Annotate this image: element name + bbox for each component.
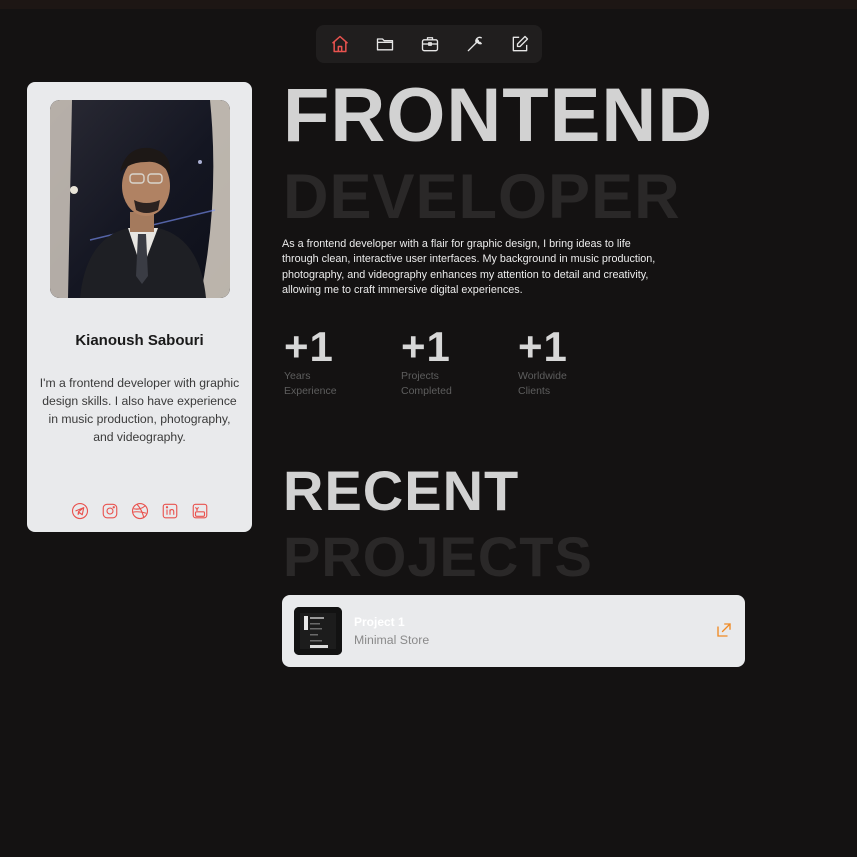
avatar: [50, 100, 230, 298]
instagram-icon: [102, 503, 118, 519]
nav-blog[interactable]: [510, 34, 530, 54]
stat-projects: +1 Projects Completed: [401, 322, 501, 399]
home-icon: [332, 35, 348, 53]
nav-projects[interactable]: [375, 34, 395, 54]
project-subtitle: Minimal Store: [354, 633, 430, 647]
nav-tools[interactable]: [465, 34, 485, 54]
stat-label-line1: Worldwide: [518, 370, 567, 382]
stat-label-line1: Projects: [401, 370, 439, 382]
profile-bio: I'm a frontend developer with graphic de…: [39, 376, 240, 444]
youtube-icon: [192, 503, 208, 519]
hero-title-line1: FRONTEND: [283, 73, 714, 158]
stat-value: +1: [518, 323, 568, 370]
project-card[interactable]: Project 1 Minimal Store: [282, 595, 745, 667]
social-telegram[interactable]: [71, 502, 89, 520]
top-nav: [316, 25, 542, 63]
stat-label-line2: Clients: [518, 385, 551, 397]
stat-value: +1: [401, 323, 451, 370]
project-thumbnail: [294, 607, 342, 655]
top-strip: [0, 0, 857, 9]
recent-title-line1: RECENT: [283, 459, 520, 522]
nav-work[interactable]: [420, 34, 440, 54]
linkedin-icon: [162, 503, 178, 519]
folder-icon: [376, 38, 394, 51]
social-linkedin[interactable]: [161, 502, 179, 520]
profile-name: Kianoush Sabouri: [75, 332, 204, 349]
stat-label: Projects Completed: [401, 369, 501, 399]
stat-clients: +1 Worldwide Clients: [518, 322, 618, 399]
project-open-link[interactable]: [715, 621, 733, 639]
stat-value: +1: [284, 323, 334, 370]
telegram-icon: [71, 502, 89, 520]
stat-label: Worldwide Clients: [518, 369, 618, 399]
briefcase-icon: [421, 37, 439, 52]
hero-intro: As a frontend developer with a flair for…: [282, 238, 656, 296]
hero-title-line2: DEVELOPER: [283, 162, 681, 232]
profile-photo: [50, 100, 230, 298]
dribbble-icon: [131, 502, 149, 520]
stat-label-line2: Completed: [401, 385, 452, 397]
project-title: Project 1: [354, 615, 405, 629]
profile-card: Kianoush Sabouri I'm a frontend develope…: [27, 82, 252, 532]
stat-label-line1: Years: [284, 370, 311, 382]
stat-years: +1 Years Experience: [284, 322, 384, 399]
social-dribbble[interactable]: [131, 502, 149, 520]
wrench-icon: [467, 36, 482, 52]
social-instagram[interactable]: [101, 502, 119, 520]
nav-home[interactable]: [330, 34, 350, 54]
stat-label: Years Experience: [284, 369, 384, 399]
recent-title-line2: PROJECTS: [283, 525, 593, 588]
project-thumbnail-image: [294, 607, 342, 655]
stat-label-line2: Experience: [284, 385, 337, 397]
edit-icon: [512, 35, 529, 52]
external-link-icon: [717, 623, 731, 637]
social-links: [71, 502, 211, 520]
social-youtube[interactable]: [191, 502, 209, 520]
